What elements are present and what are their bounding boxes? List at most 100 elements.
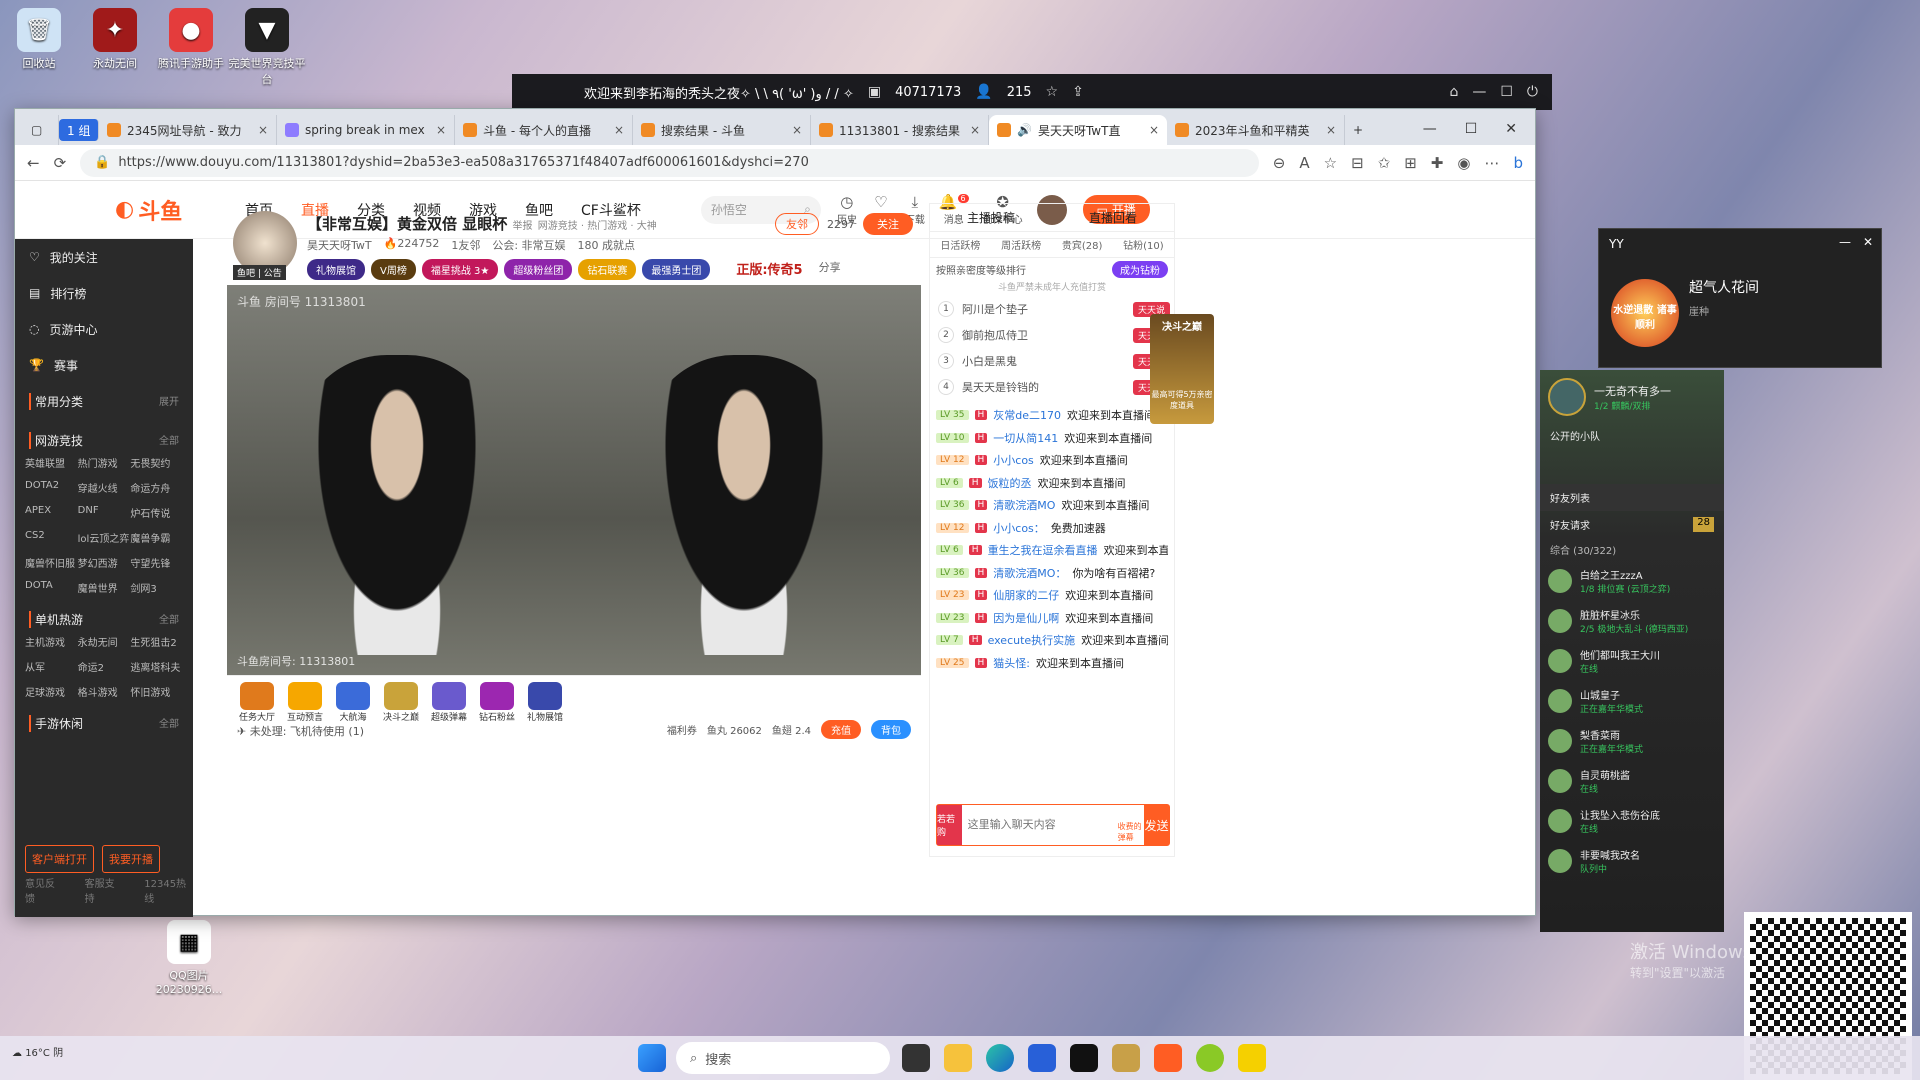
category-link[interactable]: APEX	[25, 505, 78, 520]
maximize-icon[interactable]: ☐	[1500, 84, 1513, 100]
close-icon[interactable]: ✕	[1863, 235, 1873, 249]
avatar-label[interactable]: 鱼吧 | 公告	[233, 265, 286, 280]
chat-input[interactable]	[961, 805, 1116, 845]
share-button[interactable]: 分享	[819, 259, 841, 280]
friend-item[interactable]: 脏脏杯星冰乐 2/5 极地大乱斗 (德玛西亚)	[1540, 601, 1724, 641]
category-link[interactable]: CS2	[25, 530, 78, 545]
app-owl-icon[interactable]	[1238, 1044, 1266, 1072]
back-icon[interactable]: ←	[27, 154, 40, 172]
group-label[interactable]: 综合 (30/322)	[1540, 538, 1724, 561]
category-link[interactable]: 魔兽争霸	[130, 530, 183, 545]
replay-link[interactable]: 直播回看	[1089, 209, 1137, 226]
category-link[interactable]: 命运2	[78, 659, 131, 674]
gift-item[interactable]: 礼物展馆	[525, 682, 565, 723]
send-button[interactable]: 发送	[1144, 805, 1170, 845]
sidebar-item-esports[interactable]: 🏆 赛事	[15, 347, 193, 383]
close-icon[interactable]: ×	[614, 123, 624, 137]
home-icon[interactable]: ⌂	[1449, 84, 1458, 100]
more-icon[interactable]: ⋯	[1484, 154, 1499, 172]
category-link[interactable]: 永劫无间	[78, 634, 131, 649]
window-minimize-icon[interactable]: —	[1423, 121, 1437, 137]
store-icon[interactable]	[1028, 1044, 1056, 1072]
guild-name[interactable]: 公会: 非常互娱	[492, 237, 565, 253]
rank-row[interactable]: 2御前抱瓜侍卫天天说	[930, 322, 1174, 348]
game-icon[interactable]	[1070, 1044, 1098, 1072]
category-link[interactable]: 魔兽世界	[78, 580, 131, 595]
star-icon[interactable]: ☆	[1046, 84, 1059, 100]
share-icon[interactable]: ⇪	[1072, 84, 1084, 100]
rank-row[interactable]: 4昊天天是铃铛的天天说	[930, 374, 1174, 400]
rank-row[interactable]: 3小白是黑鬼天天说	[930, 348, 1174, 374]
edge-icon[interactable]	[986, 1044, 1014, 1072]
collections-icon[interactable]: ⊞	[1404, 154, 1417, 172]
category-link[interactable]: lol云顶之弈	[78, 530, 131, 545]
desktop-icon-qq-image[interactable]: ▦ QQ图片20230926...	[150, 920, 228, 996]
chat-badge[interactable]: 若若购	[937, 805, 962, 845]
gift-item[interactable]: 任务大厅	[237, 682, 277, 723]
category-link[interactable]: 炉石传说	[130, 505, 183, 520]
tag-lucky[interactable]: 福星挑战 3★	[421, 259, 499, 280]
gift-item[interactable]: 大航海	[333, 682, 373, 723]
host-name[interactable]: 昊天天呀TwT	[307, 237, 372, 253]
power-icon[interactable]: ⏻	[1527, 84, 1538, 100]
douyu-icon[interactable]	[1154, 1044, 1182, 1072]
weather-widget[interactable]: ☁ 16°C 阴	[12, 1044, 63, 1059]
tab-room-search[interactable]: 11313801 - 搜索结果 ×	[811, 115, 989, 145]
copilot-icon[interactable]: b	[1513, 154, 1523, 172]
window-close-icon[interactable]: ✕	[1505, 121, 1517, 137]
tab-douyu-home[interactable]: 斗鱼 - 每个人的直播 ×	[455, 115, 633, 145]
split-screen-icon[interactable]: ⊟	[1351, 154, 1364, 172]
category-link[interactable]: 生死狙击2	[130, 634, 183, 649]
bag-button[interactable]: 背包	[871, 720, 911, 739]
taskbar-search[interactable]: ⌕ 搜索	[676, 1042, 890, 1074]
barrage-tag[interactable]: 收费的弹幕	[1116, 819, 1145, 845]
tab-search-results[interactable]: 搜索结果 - 斗鱼 ×	[633, 115, 811, 145]
minimize-icon[interactable]: —	[1839, 235, 1851, 249]
tab-peace-elite[interactable]: 2023年斗鱼和平精英 ×	[1167, 115, 1345, 145]
chat-username[interactable]: 清歌浣酒MO：	[993, 565, 1066, 581]
sidebar-item-follow[interactable]: ♡ 我的关注	[15, 239, 193, 275]
all-link[interactable]: 全部	[159, 432, 179, 449]
read-aloud-icon[interactable]: A	[1299, 154, 1309, 172]
tab-actions-icon[interactable]: ▢	[23, 115, 59, 145]
chat-username[interactable]: 灰常de二170	[993, 407, 1061, 423]
tab-current-room[interactable]: 🔊 昊天天呀TwT直 ×	[989, 115, 1167, 145]
close-icon[interactable]: ×	[258, 123, 268, 137]
close-icon[interactable]: ×	[1326, 123, 1336, 137]
all-link[interactable]: 全部	[159, 715, 179, 732]
chat-username[interactable]: 重生之我在逗余看直播	[988, 542, 1098, 558]
chat-username[interactable]: execute执行实施	[988, 632, 1076, 648]
promo-card[interactable]: 决斗之巅 最高可得5万亲密度道具	[1150, 314, 1214, 424]
start-icon[interactable]	[638, 1044, 666, 1072]
category-link[interactable]: 无畏契约	[130, 455, 183, 470]
chat-username[interactable]: 饭粒的丞	[988, 475, 1032, 491]
sidebar-item-rank[interactable]: ▤ 排行榜	[15, 275, 193, 311]
chat-username[interactable]: 因为是仙儿啊	[993, 610, 1059, 626]
zoom-icon[interactable]: ⊖	[1273, 154, 1286, 172]
tab-vip[interactable]: 贵宾(28)	[1062, 237, 1103, 252]
become-fan-button[interactable]: 成为钻粉	[1112, 260, 1168, 278]
desktop-icon-recycle-bin[interactable]: 🗑 回收站	[0, 8, 78, 71]
tag-diamond[interactable]: 钻石联赛	[578, 259, 637, 280]
task-view-icon[interactable]	[902, 1044, 930, 1072]
gift-item[interactable]: 互动预言	[285, 682, 325, 723]
tab-2345[interactable]: 2345网址导航 - 致力 ×	[99, 115, 277, 145]
category-link[interactable]: 守望先锋	[130, 555, 183, 570]
favorites-list-icon[interactable]: ✩	[1378, 154, 1391, 172]
douyu-logo[interactable]: ◐ 斗鱼	[115, 192, 215, 228]
category-link[interactable]: 足球游戏	[25, 684, 78, 699]
tag-warrior[interactable]: 最强勇士团	[642, 259, 711, 280]
gift-item[interactable]: 超级弹幕	[429, 682, 469, 723]
chat-username[interactable]: 小小cos	[993, 452, 1034, 468]
video-player[interactable]: 斗鱼 房间号 11313801 斗鱼房间号: 11313801	[227, 285, 921, 675]
file-explorer-icon[interactable]	[944, 1044, 972, 1072]
category-link[interactable]: 剑网3	[130, 580, 183, 595]
tab-group[interactable]: 1 组	[59, 119, 99, 141]
support-link[interactable]: 客服支持	[85, 875, 123, 905]
follow-room-button[interactable]: 关注	[863, 213, 913, 235]
category-link[interactable]: 格斗游戏	[78, 684, 131, 699]
category-link[interactable]: DOTA	[25, 580, 78, 595]
ad-legend5[interactable]: 正版:传奇5	[736, 259, 802, 280]
category-link[interactable]: 主机游戏	[25, 634, 78, 649]
tab-diamond[interactable]: 钻粉(10)	[1123, 237, 1164, 252]
